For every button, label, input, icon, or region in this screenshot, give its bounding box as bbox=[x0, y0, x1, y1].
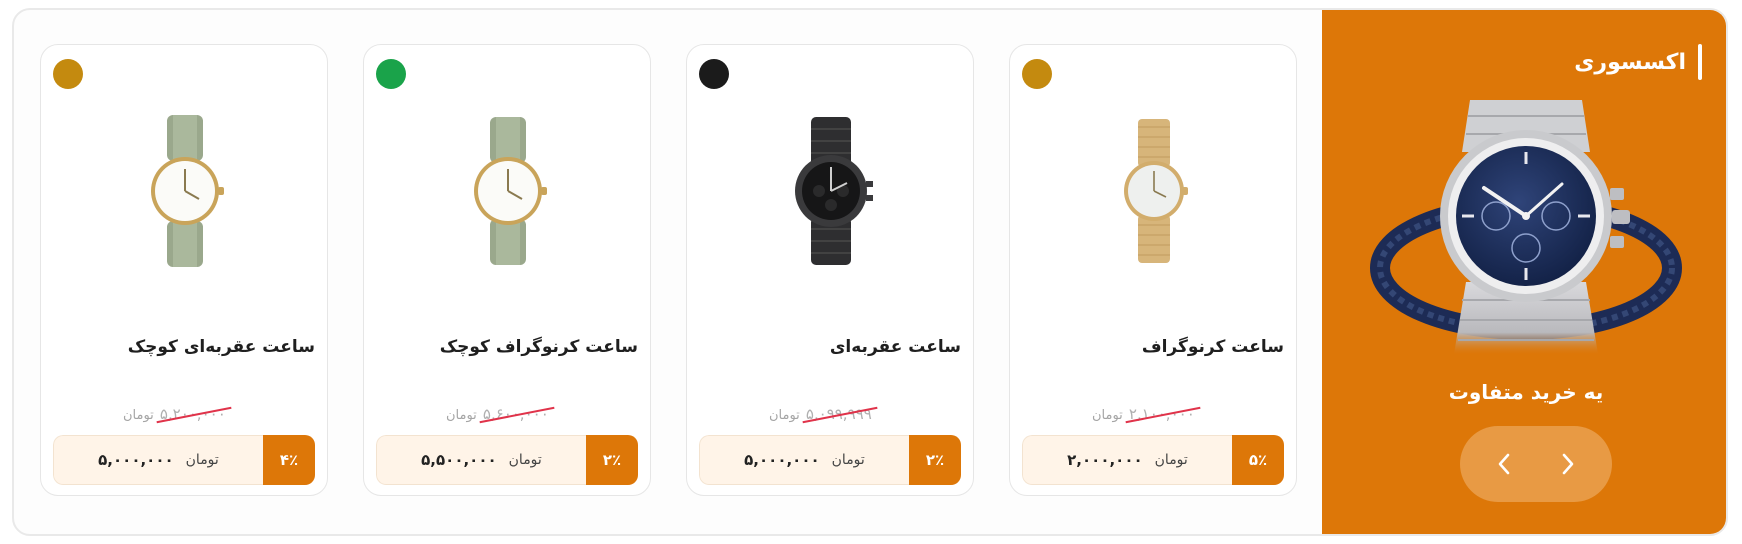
promo-watch-bracelet-image bbox=[1370, 100, 1682, 354]
old-price-value: ۵,۶۰۰,۰۰۰ bbox=[482, 405, 549, 423]
price-value: ۵,۰۰۰,۰۰۰ bbox=[744, 451, 820, 469]
old-price: تومان ۲,۱۰۰,۰۰۰ bbox=[1092, 405, 1195, 423]
current-price: ۵,۰۰۰,۰۰۰ تومان bbox=[699, 435, 909, 485]
old-price-value: ۲,۱۰۰,۰۰۰ bbox=[1128, 405, 1195, 423]
price-unit: تومان bbox=[508, 452, 542, 468]
color-swatch bbox=[1022, 59, 1052, 89]
product-card-analog-watch[interactable]: ساعت عقربه‌ای تومان ۵,۰۹۹,۹۹۹ ۵,۰۰۰,۰۰۰ … bbox=[686, 44, 974, 496]
product-carousel: ساعت عقربه‌ای کوچک تومان ۵,۲۰۰,۰۰۰ ۵,۰۰۰… bbox=[12, 8, 1728, 536]
old-price-unit: تومان bbox=[769, 408, 800, 423]
old-price: تومان ۵,۰۹۹,۹۹۹ bbox=[769, 405, 872, 423]
price-value: ۵,۵۰۰,۰۰۰ bbox=[421, 451, 497, 469]
product-image bbox=[474, 117, 547, 265]
color-swatch bbox=[699, 59, 729, 89]
product-title[interactable]: ساعت عقربه‌ای کوچک bbox=[128, 337, 315, 357]
product-image bbox=[151, 115, 224, 267]
color-swatch bbox=[53, 59, 83, 89]
promo-subtitle: یه خرید متفاوت bbox=[1448, 380, 1604, 404]
price-value: ۵,۰۰۰,۰۰۰ bbox=[98, 451, 174, 469]
price-box: ۵,۰۰۰,۰۰۰ تومان ۲٪ bbox=[699, 435, 961, 485]
product-card-small-analog-watch[interactable]: ساعت عقربه‌ای کوچک تومان ۵,۲۰۰,۰۰۰ ۵,۰۰۰… bbox=[40, 44, 328, 496]
price-box: ۲,۰۰۰,۰۰۰ تومان ۵٪ bbox=[1022, 435, 1284, 485]
product-card-small-chrono-watch[interactable]: ساعت کرنوگراف کوچک تومان ۵,۶۰۰,۰۰۰ ۵,۵۰۰… bbox=[363, 44, 651, 496]
title-accent-bar bbox=[1698, 44, 1702, 80]
current-price: ۵,۰۰۰,۰۰۰ تومان bbox=[53, 435, 263, 485]
current-price: ۲,۰۰۰,۰۰۰ تومان bbox=[1022, 435, 1232, 485]
carousel-nav bbox=[1460, 426, 1612, 502]
price-unit: تومان bbox=[185, 452, 219, 468]
discount-badge: ۲٪ bbox=[909, 435, 961, 485]
old-price-value: ۵,۰۹۹,۹۹۹ bbox=[805, 405, 872, 423]
chevron-left-icon[interactable] bbox=[1493, 453, 1515, 475]
color-swatch bbox=[376, 59, 406, 89]
discount-badge: ۲٪ bbox=[586, 435, 638, 485]
promo-panel: اکسسوری یه خرید متفاوت bbox=[1322, 10, 1726, 534]
old-price-unit: تومان bbox=[446, 408, 477, 423]
promo-title: اکسسوری bbox=[1574, 49, 1686, 75]
product-image bbox=[795, 117, 873, 265]
old-price-value: ۵,۲۰۰,۰۰۰ bbox=[159, 405, 226, 423]
chevron-right-icon[interactable] bbox=[1557, 453, 1579, 475]
product-title[interactable]: ساعت کرنوگراف bbox=[1142, 337, 1284, 357]
price-unit: تومان bbox=[831, 452, 865, 468]
discount-badge: ۵٪ bbox=[1232, 435, 1284, 485]
promo-header: اکسسوری bbox=[1574, 44, 1702, 80]
product-image bbox=[1124, 119, 1188, 263]
product-card-chrono-watch[interactable]: ساعت کرنوگراف تومان ۲,۱۰۰,۰۰۰ ۲,۰۰۰,۰۰۰ … bbox=[1009, 44, 1297, 496]
price-value: ۲,۰۰۰,۰۰۰ bbox=[1067, 451, 1143, 469]
old-price: تومان ۵,۲۰۰,۰۰۰ bbox=[123, 405, 226, 423]
discount-badge: ۴٪ bbox=[263, 435, 315, 485]
old-price-unit: تومان bbox=[1092, 408, 1123, 423]
price-box: ۵,۵۰۰,۰۰۰ تومان ۲٪ bbox=[376, 435, 638, 485]
price-unit: تومان bbox=[1154, 452, 1188, 468]
product-title[interactable]: ساعت کرنوگراف کوچک bbox=[440, 337, 638, 357]
old-price: تومان ۵,۶۰۰,۰۰۰ bbox=[446, 405, 549, 423]
price-box: ۵,۰۰۰,۰۰۰ تومان ۴٪ bbox=[53, 435, 315, 485]
current-price: ۵,۵۰۰,۰۰۰ تومان bbox=[376, 435, 586, 485]
old-price-unit: تومان bbox=[123, 408, 154, 423]
product-title[interactable]: ساعت عقربه‌ای bbox=[830, 337, 961, 357]
